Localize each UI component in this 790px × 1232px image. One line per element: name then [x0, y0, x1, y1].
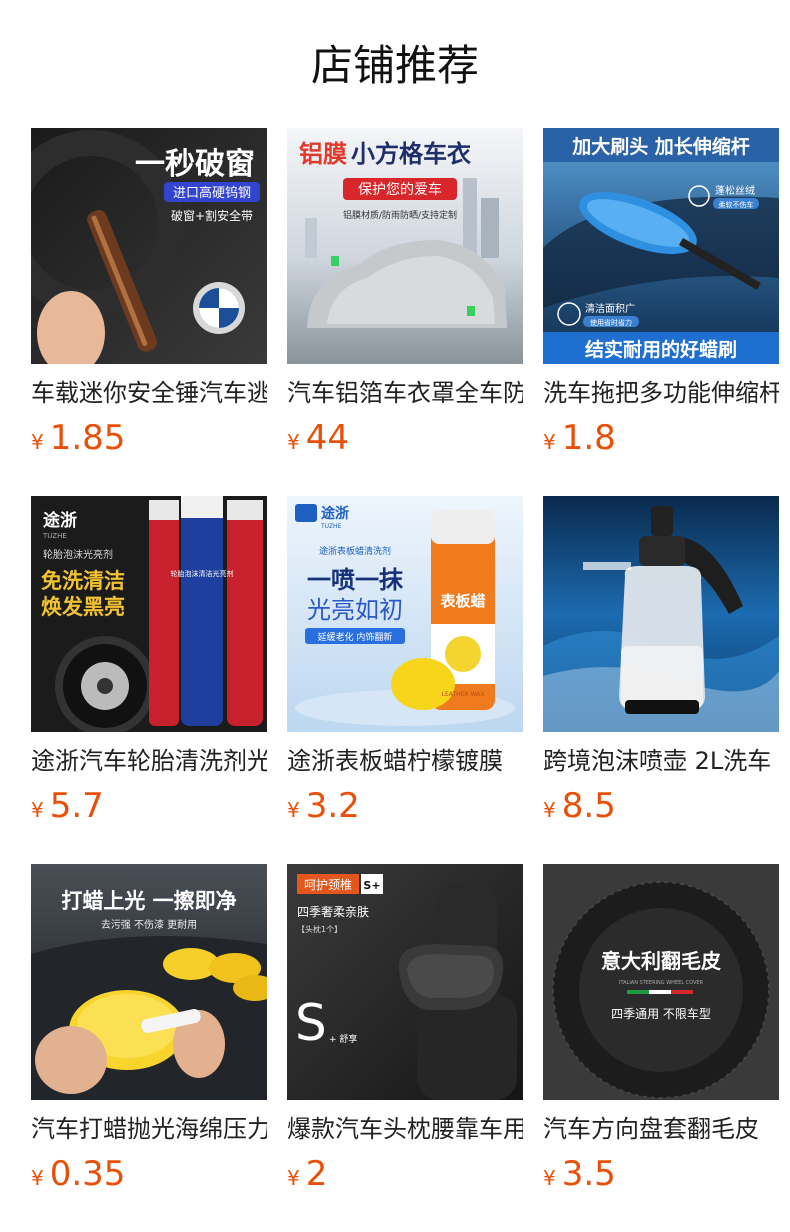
svg-text:途浙: 途浙 — [43, 510, 77, 531]
svg-text:一秒破窗: 一秒破窗 — [135, 147, 255, 182]
product-price: ¥5.7 — [31, 786, 104, 826]
product-image[interactable]: 加大刷头 加长伸缩杆 蓬松丝绒 柔软不伤车 清洁面积广 使用省时省力 结实耐用的… — [543, 128, 779, 364]
product-price: ¥3.2 — [287, 786, 360, 826]
svg-text:意大利翻毛皮: 意大利翻毛皮 — [601, 949, 721, 973]
product-name[interactable]: 汽车铝箔车衣罩全车防晒 — [287, 376, 523, 410]
svg-text:焕发黑亮: 焕发黑亮 — [41, 595, 125, 619]
product-name[interactable]: 跨境泡沫喷壶 2L洗车 — [543, 744, 779, 778]
product-image[interactable]: 意大利翻毛皮 ITALIAN STEERING WHEEL COVER 四季通用… — [543, 864, 779, 1100]
product-name[interactable]: 车载迷你安全锤汽车逃生锤 — [31, 376, 267, 410]
svg-text:光亮如初: 光亮如初 — [307, 596, 403, 624]
svg-text:【头枕1个】: 【头枕1个】 — [297, 924, 342, 934]
product-image[interactable]: 呵护颈椎 S+ 四季奢柔亲肤 【头枕1个】 S + 舒享 — [287, 864, 523, 1100]
svg-text:铝膜材质/防雨防晒/支持定制: 铝膜材质/防雨防晒/支持定制 — [343, 209, 457, 221]
product-price: ¥0.35 — [31, 1154, 125, 1194]
currency-symbol: ¥ — [287, 430, 300, 454]
price-amount: 3.5 — [561, 1154, 616, 1194]
product-price: ¥2 — [287, 1154, 327, 1194]
currency-symbol: ¥ — [287, 1166, 300, 1190]
svg-text:途浙表板蜡清洗剂: 途浙表板蜡清洗剂 — [319, 545, 391, 557]
svg-text:+ 舒享: + 舒享 — [329, 1033, 357, 1045]
svg-text:破窗+割安全带: 破窗+割安全带 — [171, 208, 253, 223]
page-title: 店铺推荐 — [310, 41, 479, 90]
svg-text:LEATHER WAX: LEATHER WAX — [442, 691, 485, 698]
product-price: ¥8.5 — [543, 786, 616, 826]
product-name[interactable]: 途浙表板蜡柠檬镀膜 — [287, 744, 523, 778]
price-amount: 3.2 — [305, 786, 360, 826]
svg-text:柔软不伤车: 柔软不伤车 — [719, 200, 754, 209]
currency-symbol: ¥ — [287, 798, 300, 822]
product-price: ¥3.5 — [543, 1154, 616, 1194]
svg-text:铝膜: 铝膜 — [299, 140, 347, 168]
svg-text:一喷一抹: 一喷一抹 — [307, 566, 404, 594]
svg-text:轮胎泡沫清洁光亮剂: 轮胎泡沫清洁光亮剂 — [171, 569, 234, 578]
svg-text:途浙: 途浙 — [321, 505, 349, 522]
svg-text:小方格车衣: 小方格车衣 — [351, 140, 471, 168]
svg-text:免洗清洁: 免洗清洁 — [41, 569, 125, 593]
product-price: ¥1.8 — [543, 418, 616, 458]
product-image[interactable]: 铝膜 小方格车衣 保护您的爱车 铝膜材质/防雨防晒/支持定制 — [287, 128, 523, 364]
svg-text:四季通用 不限车型: 四季通用 不限车型 — [611, 1006, 711, 1021]
svg-text:加大刷头 加长伸缩杆: 加大刷头 加长伸缩杆 — [571, 135, 750, 158]
price-amount: 5.7 — [49, 786, 104, 826]
svg-text:延缓老化 内饰翻新: 延缓老化 内饰翻新 — [318, 631, 393, 643]
svg-text:TUZHE: TUZHE — [42, 532, 67, 540]
svg-text:表板蜡: 表板蜡 — [440, 592, 485, 610]
product-image[interactable] — [543, 496, 779, 732]
svg-text:四季奢柔亲肤: 四季奢柔亲肤 — [297, 904, 369, 919]
product-image[interactable]: 一秒破窗 进口高硬钨钢 破窗+割安全带 — [31, 128, 267, 364]
currency-symbol: ¥ — [31, 430, 44, 454]
svg-text:进口高硬钨钢: 进口高硬钨钢 — [173, 185, 251, 201]
product-name[interactable]: 爆款汽车头枕腰靠车用 — [287, 1112, 523, 1146]
svg-text:轮胎泡沫光亮剂: 轮胎泡沫光亮剂 — [43, 548, 113, 561]
product-image[interactable]: 打蜡上光 一擦即净 去污强 不伤漆 更耐用 — [31, 864, 267, 1100]
product-name[interactable]: 途浙汽车轮胎清洗剂光亮剂 — [31, 744, 267, 778]
svg-text:S: S — [295, 994, 327, 1052]
svg-text:ITALIAN STEERING WHEEL COVER: ITALIAN STEERING WHEEL COVER — [619, 980, 704, 986]
svg-text:S+: S+ — [363, 879, 380, 892]
svg-text:使用省时省力: 使用省时省力 — [590, 318, 632, 327]
product-image[interactable]: 途浙 TUZHE 轮胎泡沫光亮剂 免洗清洁 焕发黑亮 轮胎泡沫清洁光亮剂 — [31, 496, 267, 732]
currency-symbol: ¥ — [543, 1166, 556, 1190]
product-price: ¥44 — [287, 418, 349, 458]
price-amount: 0.35 — [49, 1154, 126, 1194]
svg-text:打蜡上光 一擦即净: 打蜡上光 一擦即净 — [61, 889, 236, 913]
svg-text:TUZHE: TUZHE — [320, 523, 342, 530]
price-amount: 8.5 — [561, 786, 616, 826]
svg-text:结实耐用的好蜡刷: 结实耐用的好蜡刷 — [585, 338, 737, 361]
svg-text:去污强 不伤漆 更耐用: 去污强 不伤漆 更耐用 — [101, 918, 197, 931]
currency-symbol: ¥ — [31, 798, 44, 822]
product-name[interactable]: 洗车拖把多功能伸缩杆 — [543, 376, 779, 410]
price-amount: 1.85 — [49, 418, 126, 458]
price-amount: 2 — [305, 1154, 328, 1194]
svg-text:呵护颈椎: 呵护颈椎 — [304, 877, 352, 892]
price-amount: 1.8 — [561, 418, 616, 458]
svg-text:蓬松丝绒: 蓬松丝绒 — [715, 184, 755, 197]
product-name[interactable]: 汽车打蜡抛光海绵压力棉 — [31, 1112, 267, 1146]
price-amount: 44 — [305, 418, 349, 458]
product-image[interactable]: 途浙 TUZHE 途浙表板蜡清洗剂 一喷一抹 光亮如初 延缓老化 内饰翻新 表板… — [287, 496, 523, 732]
svg-text:清洁面积广: 清洁面积广 — [585, 302, 635, 315]
svg-text:保护您的爱车: 保护您的爱车 — [358, 181, 442, 198]
currency-symbol: ¥ — [31, 1166, 44, 1190]
currency-symbol: ¥ — [543, 430, 556, 454]
currency-symbol: ¥ — [543, 798, 556, 822]
product-price: ¥1.85 — [31, 418, 125, 458]
product-name[interactable]: 汽车方向盘套翻毛皮 — [543, 1112, 779, 1146]
